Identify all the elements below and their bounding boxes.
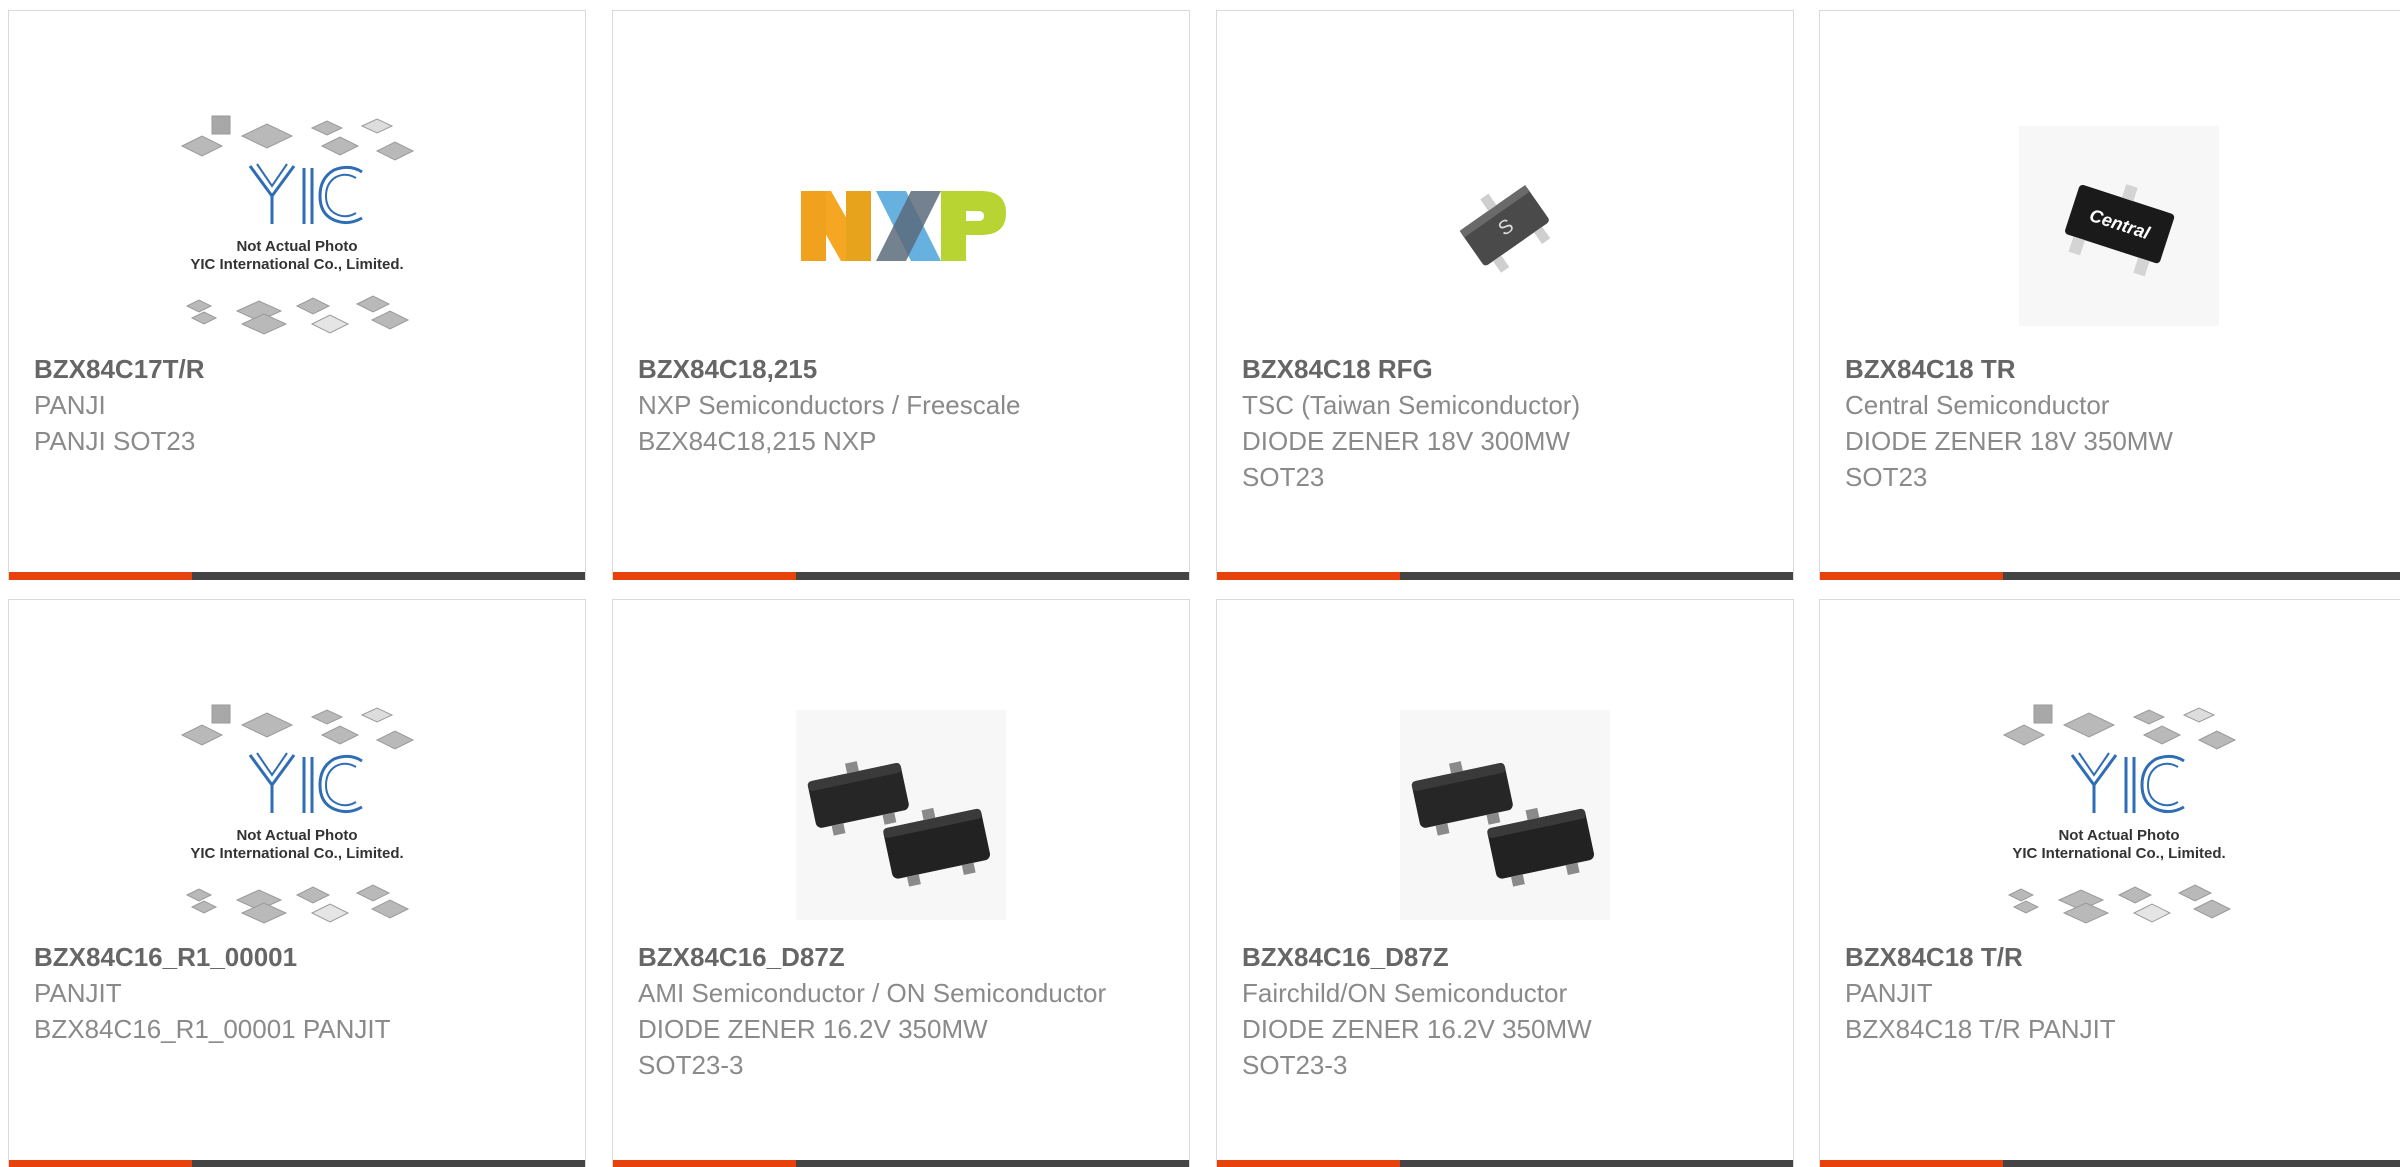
card-bottom-bar: [9, 1160, 585, 1167]
card-accent-bar: [9, 572, 192, 580]
part-number[interactable]: BZX84C18 TR: [1845, 351, 2398, 387]
sot23-chip-image: S: [1459, 185, 1551, 273]
product-card[interactable]: S BZX84C18 RFG TSC (Taiwan Semiconductor…: [1216, 10, 1794, 580]
card-accent-bar: [1820, 572, 2003, 580]
manufacturer: PANJIT: [34, 978, 122, 1008]
description-line: DIODE ZENER 18V 300MW: [1242, 426, 1570, 456]
part-number[interactable]: BZX84C17T/R: [34, 351, 565, 387]
card-bottom-bar: [613, 1160, 1189, 1167]
description-line: PANJI SOT23: [34, 426, 196, 456]
placeholder-line-1: Not Actual Photo: [236, 238, 357, 255]
description-line: SOT23-3: [1242, 1050, 1348, 1080]
product-image[interactable]: Not Actual Photo YIC International Co., …: [9, 685, 585, 945]
product-image[interactable]: [613, 685, 1189, 945]
product-card[interactable]: Not Actual Photo YIC International Co., …: [8, 599, 586, 1167]
nxp-logo: [801, 191, 1006, 261]
manufacturer: Fairchild/ON Semiconductor: [1242, 978, 1568, 1008]
product-info: BZX84C18 TR Central Semiconductor DIODE …: [1845, 351, 2398, 495]
description-line: SOT23: [1242, 462, 1325, 492]
card-bottom-bar: [613, 572, 1189, 580]
product-info: BZX84C16_R1_00001 PANJIT BZX84C16_R1_000…: [34, 939, 565, 1047]
card-bottom-bar: [1820, 1160, 2400, 1167]
card-accent-bar: [9, 1160, 192, 1167]
manufacturer: NXP Semiconductors / Freescale: [638, 390, 1021, 420]
yic-logo: [248, 752, 363, 814]
sot23-chip-image: Central: [2019, 126, 2219, 326]
product-image[interactable]: [1217, 685, 1793, 945]
product-card[interactable]: Central BZX84C18 TR Central Semiconducto…: [1819, 10, 2400, 580]
part-number[interactable]: BZX84C16_D87Z: [638, 939, 1169, 975]
product-card[interactable]: BZX84C18,215 NXP Semiconductors / Freesc…: [612, 10, 1190, 580]
manufacturer: TSC (Taiwan Semiconductor): [1242, 390, 1581, 420]
product-image[interactable]: [613, 96, 1189, 356]
card-accent-bar: [613, 572, 796, 580]
yic-placeholder-image: Not Actual Photo YIC International Co., …: [180, 115, 415, 335]
product-info: BZX84C18,215 NXP Semiconductors / Freesc…: [638, 351, 1169, 459]
description-line: SOT23: [1845, 462, 1928, 492]
product-info: BZX84C18 T/R PANJIT BZX84C18 T/R PANJIT: [1845, 939, 2398, 1047]
product-grid: Not Actual Photo YIC International Co., …: [0, 0, 2400, 1167]
product-image[interactable]: Central: [1820, 96, 2400, 356]
product-card[interactable]: BZX84C16_D87Z AMI Semiconductor / ON Sem…: [612, 599, 1190, 1167]
description-line: BZX84C16_R1_00001 PANJIT: [34, 1014, 391, 1044]
yic-logo: [2070, 752, 2185, 814]
placeholder-line-1: Not Actual Photo: [2058, 827, 2179, 844]
manufacturer: Central Semiconductor: [1845, 390, 2110, 420]
product-info: BZX84C18 RFG TSC (Taiwan Semiconductor) …: [1242, 351, 1773, 495]
description-line: BZX84C18,215 NXP: [638, 426, 877, 456]
part-number[interactable]: BZX84C18,215: [638, 351, 1169, 387]
part-number[interactable]: BZX84C16_D87Z: [1242, 939, 1773, 975]
sot23-pair-image: [796, 710, 1006, 920]
product-info: BZX84C16_D87Z Fairchild/ON Semiconductor…: [1242, 939, 1773, 1083]
placeholder-line-2: YIC International Co., Limited.: [2012, 845, 2225, 862]
part-number[interactable]: BZX84C16_R1_00001: [34, 939, 565, 975]
card-accent-bar: [1820, 1160, 2003, 1167]
sot23-pair-image: [1400, 710, 1610, 920]
card-bottom-bar: [9, 572, 585, 580]
placeholder-line-2: YIC International Co., Limited.: [190, 256, 403, 273]
manufacturer: AMI Semiconductor / ON Semiconductor: [638, 978, 1107, 1008]
product-card[interactable]: BZX84C16_D87Z Fairchild/ON Semiconductor…: [1216, 599, 1794, 1167]
description-line: BZX84C18 T/R PANJIT: [1845, 1014, 2116, 1044]
placeholder-line-2: YIC International Co., Limited.: [190, 845, 403, 862]
description-line: DIODE ZENER 16.2V 350MW: [638, 1014, 988, 1044]
placeholder-line-1: Not Actual Photo: [236, 827, 357, 844]
description-line: DIODE ZENER 18V 350MW: [1845, 426, 2173, 456]
card-accent-bar: [1217, 572, 1400, 580]
product-image[interactable]: S: [1217, 96, 1793, 356]
yic-placeholder-image: Not Actual Photo YIC International Co., …: [180, 704, 415, 924]
product-info: BZX84C16_D87Z AMI Semiconductor / ON Sem…: [638, 939, 1169, 1083]
description-line: DIODE ZENER 16.2V 350MW: [1242, 1014, 1592, 1044]
card-accent-bar: [613, 1160, 796, 1167]
part-number[interactable]: BZX84C18 RFG: [1242, 351, 1773, 387]
description-line: SOT23-3: [638, 1050, 744, 1080]
card-bottom-bar: [1217, 572, 1793, 580]
manufacturer: PANJI: [34, 390, 106, 420]
card-accent-bar: [1217, 1160, 1400, 1167]
product-info: BZX84C17T/R PANJI PANJI SOT23: [34, 351, 565, 459]
manufacturer: PANJIT: [1845, 978, 1933, 1008]
card-bottom-bar: [1217, 1160, 1793, 1167]
product-image[interactable]: Not Actual Photo YIC International Co., …: [9, 96, 585, 356]
part-number[interactable]: BZX84C18 T/R: [1845, 939, 2398, 975]
yic-logo: [248, 163, 363, 225]
product-card[interactable]: Not Actual Photo YIC International Co., …: [1819, 599, 2400, 1167]
product-image[interactable]: Not Actual Photo YIC International Co., …: [1820, 685, 2400, 945]
yic-placeholder-image: Not Actual Photo YIC International Co., …: [2002, 704, 2237, 924]
card-bottom-bar: [1820, 572, 2400, 580]
product-card[interactable]: Not Actual Photo YIC International Co., …: [8, 10, 586, 580]
